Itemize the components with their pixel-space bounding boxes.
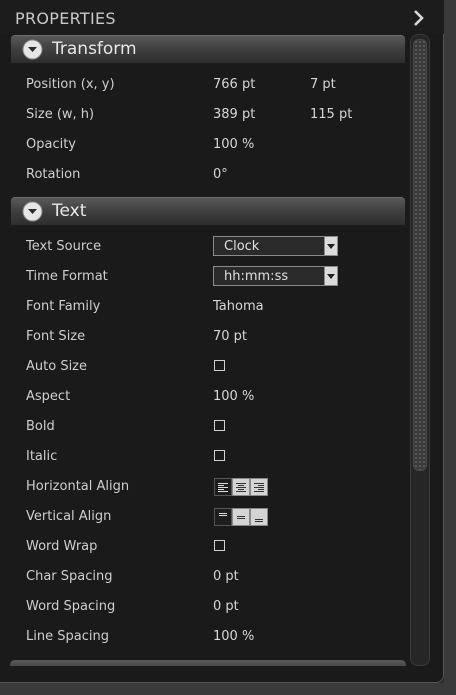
- section-title-text: Text: [52, 201, 87, 221]
- triangle-down-icon[interactable]: [324, 267, 337, 285]
- position-y-value[interactable]: 7 pt: [310, 77, 336, 92]
- section-header-transform[interactable]: Transform: [10, 34, 406, 64]
- row-font-size: Font Size 70 pt: [10, 322, 406, 352]
- row-vertical-align: Vertical Align: [10, 502, 406, 532]
- row-bold: Bold: [10, 412, 406, 442]
- section-header-text[interactable]: Text: [10, 196, 406, 226]
- scrollbar-thumb[interactable]: [413, 39, 427, 471]
- triangle-down-icon[interactable]: [324, 237, 337, 255]
- word-wrap-label: Word Wrap: [26, 539, 98, 554]
- vertical-align-group: [214, 508, 268, 526]
- bold-label: Bold: [26, 419, 55, 434]
- auto-size-checkbox[interactable]: [214, 360, 225, 371]
- align-top-icon[interactable]: [214, 508, 232, 526]
- row-rotation: Rotation 0°: [10, 160, 406, 190]
- time-format-value: hh:mm:ss: [224, 269, 289, 284]
- word-spacing-value[interactable]: 0 pt: [213, 599, 239, 614]
- aspect-value[interactable]: 100 %: [213, 389, 254, 404]
- horizontal-align-group: [214, 478, 268, 496]
- font-size-label: Font Size: [26, 329, 86, 344]
- rotation-value[interactable]: 0°: [213, 167, 228, 182]
- row-text-source: Text Source Clock: [10, 232, 406, 262]
- row-position: Position (x, y) 766 pt 7 pt: [10, 70, 406, 100]
- align-middle-icon[interactable]: [232, 508, 250, 526]
- align-right-icon[interactable]: [250, 478, 268, 496]
- opacity-label: Opacity: [26, 137, 77, 152]
- rotation-label: Rotation: [26, 167, 81, 182]
- section-header-next[interactable]: [10, 660, 406, 666]
- auto-size-label: Auto Size: [26, 359, 88, 374]
- size-h-value[interactable]: 115 pt: [310, 107, 352, 122]
- align-left-icon[interactable]: [214, 478, 232, 496]
- align-bottom-icon[interactable]: [250, 508, 268, 526]
- panel-title: PROPERTIES: [15, 9, 116, 28]
- italic-label: Italic: [26, 449, 58, 464]
- row-word-spacing: Word Spacing 0 pt: [10, 592, 406, 622]
- time-format-label: Time Format: [26, 269, 108, 284]
- word-wrap-checkbox[interactable]: [214, 540, 225, 551]
- row-font-family: Font Family Tahoma: [10, 292, 406, 322]
- align-center-icon[interactable]: [232, 478, 250, 496]
- vertical-align-label: Vertical Align: [26, 509, 112, 524]
- char-spacing-label: Char Spacing: [26, 569, 113, 584]
- row-line-spacing: Line Spacing 100 %: [10, 622, 406, 652]
- text-source-value: Clock: [224, 239, 260, 254]
- row-size: Size (w, h) 389 pt 115 pt: [10, 100, 406, 130]
- line-spacing-label: Line Spacing: [26, 629, 109, 644]
- text-source-dropdown[interactable]: Clock: [213, 236, 338, 256]
- opacity-value[interactable]: 100 %: [213, 137, 254, 152]
- row-time-format: Time Format hh:mm:ss: [10, 262, 406, 292]
- text-source-label: Text Source: [26, 239, 102, 254]
- circle-chevron-down-icon[interactable]: [22, 201, 43, 222]
- position-x-value[interactable]: 766 pt: [213, 77, 255, 92]
- panel-header: PROPERTIES: [0, 0, 444, 34]
- row-italic: Italic: [10, 442, 406, 472]
- line-spacing-value[interactable]: 100 %: [213, 629, 254, 644]
- vertical-scrollbar[interactable]: [410, 34, 430, 666]
- size-w-value[interactable]: 389 pt: [213, 107, 255, 122]
- time-format-dropdown[interactable]: hh:mm:ss: [213, 266, 338, 286]
- horizontal-align-label: Horizontal Align: [26, 479, 130, 494]
- font-size-value[interactable]: 70 pt: [213, 329, 247, 344]
- properties-panel: PROPERTIES Transform Position (x, y) 766…: [0, 0, 444, 683]
- row-auto-size: Auto Size: [10, 352, 406, 382]
- char-spacing-value[interactable]: 0 pt: [213, 569, 239, 584]
- row-char-spacing: Char Spacing 0 pt: [10, 562, 406, 592]
- chevron-right-icon[interactable]: [410, 8, 428, 28]
- row-opacity: Opacity 100 %: [10, 130, 406, 160]
- aspect-label: Aspect: [26, 389, 71, 404]
- position-label: Position (x, y): [26, 77, 115, 92]
- circle-chevron-down-icon[interactable]: [22, 39, 43, 60]
- row-horizontal-align: Horizontal Align: [10, 472, 406, 502]
- properties-content: Transform Position (x, y) 766 pt 7 pt Si…: [10, 34, 408, 666]
- row-aspect: Aspect 100 %: [10, 382, 406, 412]
- word-spacing-label: Word Spacing: [26, 599, 116, 614]
- row-word-wrap: Word Wrap: [10, 532, 406, 562]
- size-label: Size (w, h): [26, 107, 95, 122]
- bold-checkbox[interactable]: [214, 420, 225, 431]
- font-family-label: Font Family: [26, 299, 101, 314]
- font-family-value[interactable]: Tahoma: [213, 299, 264, 314]
- section-title-transform: Transform: [52, 39, 137, 59]
- italic-checkbox[interactable]: [214, 450, 225, 461]
